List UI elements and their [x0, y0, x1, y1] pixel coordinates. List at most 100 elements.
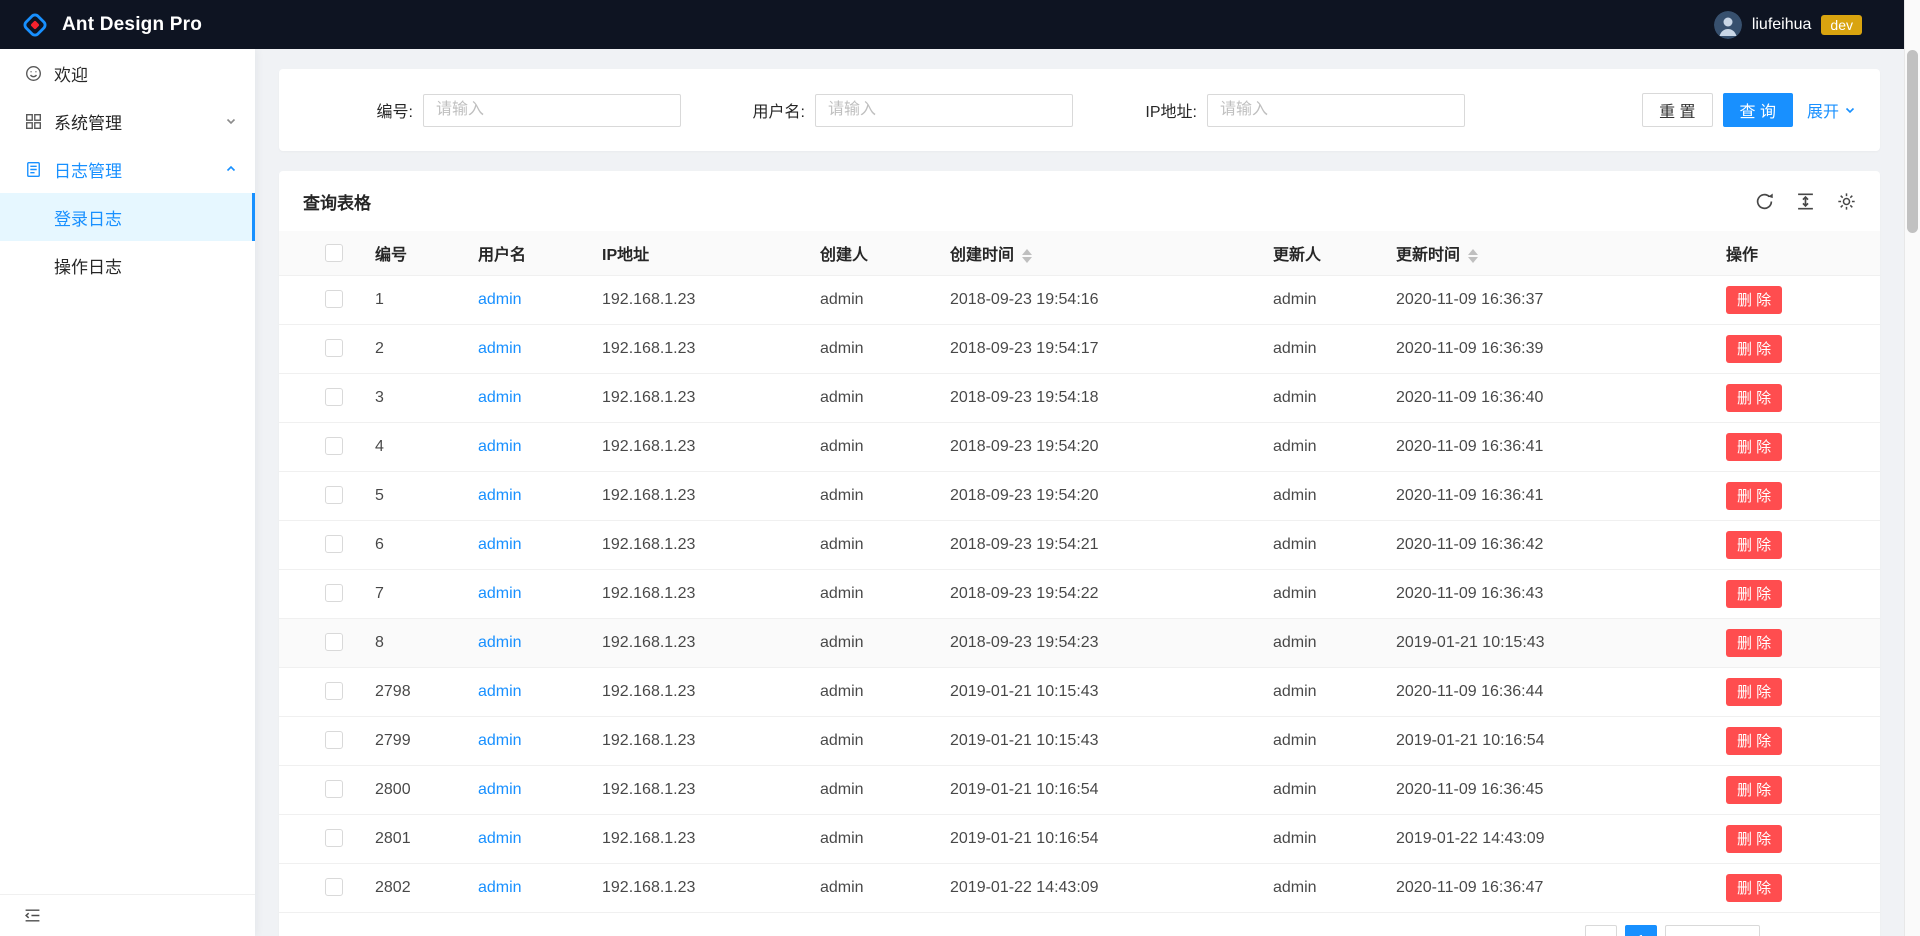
delete-button[interactable]: 删 除 — [1726, 482, 1782, 510]
expand-link[interactable]: 展开 — [1807, 98, 1856, 122]
sidebar-collapse-trigger[interactable] — [0, 894, 255, 936]
row-id: 7 — [359, 569, 462, 618]
delete-button[interactable]: 删 除 — [1726, 825, 1782, 853]
sorter-icon[interactable] — [1468, 249, 1478, 263]
column-header-updated-at[interactable]: 更新时间 — [1380, 231, 1710, 275]
table-row: 7 admin 192.168.1.23 admin 2018-09-23 19… — [279, 569, 1880, 618]
row-username-link[interactable]: admin — [478, 487, 522, 504]
row-checkbox[interactable] — [325, 388, 343, 406]
username-input[interactable] — [815, 94, 1073, 127]
column-height-icon[interactable] — [1796, 192, 1815, 211]
table-row: 2801 admin 192.168.1.23 admin 2019-01-21… — [279, 814, 1880, 863]
row-updater: admin — [1257, 373, 1380, 422]
pagination-prev-button[interactable]: ‹ — [1585, 925, 1617, 936]
delete-button[interactable]: 删 除 — [1726, 629, 1782, 657]
row-username-link[interactable]: admin — [478, 634, 522, 651]
row-checkbox[interactable] — [325, 486, 343, 504]
row-username-link[interactable]: admin — [478, 683, 522, 700]
delete-button[interactable]: 删 除 — [1726, 727, 1782, 755]
select-all-checkbox[interactable] — [325, 244, 343, 262]
delete-button[interactable]: 删 除 — [1726, 384, 1782, 412]
row-updated-at: 2020-11-09 16:36:47 — [1380, 863, 1710, 912]
filter-actions: 重 置 查 询 展开 — [1642, 93, 1856, 127]
username-label[interactable]: liufeihua — [1752, 16, 1812, 34]
row-creator: admin — [804, 716, 934, 765]
reset-button[interactable]: 重 置 — [1642, 93, 1712, 127]
row-id: 5 — [359, 471, 462, 520]
delete-button[interactable]: 删 除 — [1726, 678, 1782, 706]
row-creator: admin — [804, 814, 934, 863]
row-updater: admin — [1257, 422, 1380, 471]
sidebar-item-operation-log[interactable]: 操作日志 — [0, 241, 255, 289]
row-created-at: 2018-09-23 19:54:20 — [934, 471, 1257, 520]
row-updater: admin — [1257, 667, 1380, 716]
row-username-link[interactable]: admin — [478, 291, 522, 308]
scrollbar-thumb[interactable] — [1907, 50, 1918, 233]
sidebar-item-label: 欢迎 — [54, 61, 237, 86]
column-header-created-at[interactable]: 创建时间 — [934, 231, 1257, 275]
row-created-at: 2019-01-21 10:16:54 — [934, 814, 1257, 863]
settings-icon[interactable] — [1837, 192, 1856, 211]
row-username-link[interactable]: admin — [478, 585, 522, 602]
row-username-link[interactable]: admin — [478, 879, 522, 896]
row-username-link[interactable]: admin — [478, 536, 522, 553]
row-checkbox[interactable] — [325, 682, 343, 700]
row-updater: admin — [1257, 569, 1380, 618]
page-size-select[interactable] — [1665, 925, 1760, 936]
sorter-icon[interactable] — [1022, 249, 1032, 263]
delete-button[interactable]: 删 除 — [1726, 286, 1782, 314]
row-username-link[interactable]: admin — [478, 438, 522, 455]
search-button[interactable]: 查 询 — [1723, 93, 1793, 127]
user-avatar[interactable] — [1714, 11, 1742, 39]
filter-field-username: 用户名: — [695, 94, 1087, 127]
row-ip: 192.168.1.23 — [586, 569, 804, 618]
row-updater: admin — [1257, 324, 1380, 373]
table-row: 1 admin 192.168.1.23 admin 2018-09-23 19… — [279, 275, 1880, 324]
sidebar-item-welcome[interactable]: 欢迎 — [0, 49, 255, 97]
row-updated-at: 2020-11-09 16:36:43 — [1380, 569, 1710, 618]
row-creator: admin — [804, 765, 934, 814]
chevron-down-icon — [225, 115, 237, 127]
row-creator: admin — [804, 324, 934, 373]
row-checkbox[interactable] — [325, 437, 343, 455]
delete-button[interactable]: 删 除 — [1726, 531, 1782, 559]
pagination-current-page[interactable]: 1 — [1625, 925, 1657, 936]
logo[interactable]: Ant Design Pro — [20, 10, 202, 40]
refresh-icon[interactable] — [1755, 192, 1774, 211]
row-checkbox[interactable] — [325, 535, 343, 553]
table-body: 1 admin 192.168.1.23 admin 2018-09-23 19… — [279, 275, 1880, 912]
row-checkbox[interactable] — [325, 780, 343, 798]
row-username-link[interactable]: admin — [478, 830, 522, 847]
row-checkbox[interactable] — [325, 878, 343, 896]
ant-design-pro-logo-icon — [20, 10, 50, 40]
delete-button[interactable]: 删 除 — [1726, 776, 1782, 804]
row-checkbox[interactable] — [325, 633, 343, 651]
column-header-ip: IP地址 — [586, 231, 804, 275]
row-username-link[interactable]: admin — [478, 340, 522, 357]
row-checkbox[interactable] — [325, 731, 343, 749]
sidebar-item-log-management[interactable]: 日志管理 — [0, 145, 255, 193]
delete-button[interactable]: 删 除 — [1726, 433, 1782, 461]
row-updater: admin — [1257, 275, 1380, 324]
id-input[interactable] — [423, 94, 681, 127]
sidebar-menu: 欢迎 系统管理 日志管理 — [0, 49, 255, 894]
table-header-row: 编号 用户名 IP地址 创建人 创建时间 更新人 更新时间 操作 — [279, 231, 1880, 275]
sidebar-item-system-management[interactable]: 系统管理 — [0, 97, 255, 145]
row-id: 2800 — [359, 765, 462, 814]
delete-button[interactable]: 删 除 — [1726, 874, 1782, 902]
row-updated-at: 2019-01-21 10:15:43 — [1380, 618, 1710, 667]
delete-button[interactable]: 删 除 — [1726, 580, 1782, 608]
sidebar-item-login-log[interactable]: 登录日志 — [0, 193, 255, 241]
row-checkbox[interactable] — [325, 339, 343, 357]
row-checkbox[interactable] — [325, 829, 343, 847]
table-row: 3 admin 192.168.1.23 admin 2018-09-23 19… — [279, 373, 1880, 422]
row-username-link[interactable]: admin — [478, 389, 522, 406]
delete-button[interactable]: 删 除 — [1726, 335, 1782, 363]
ip-input[interactable] — [1207, 94, 1465, 127]
row-created-at: 2019-01-21 10:16:54 — [934, 765, 1257, 814]
row-username-link[interactable]: admin — [478, 732, 522, 749]
row-username-link[interactable]: admin — [478, 781, 522, 798]
row-checkbox[interactable] — [325, 584, 343, 602]
row-checkbox[interactable] — [325, 290, 343, 308]
app-title: Ant Design Pro — [62, 14, 202, 36]
